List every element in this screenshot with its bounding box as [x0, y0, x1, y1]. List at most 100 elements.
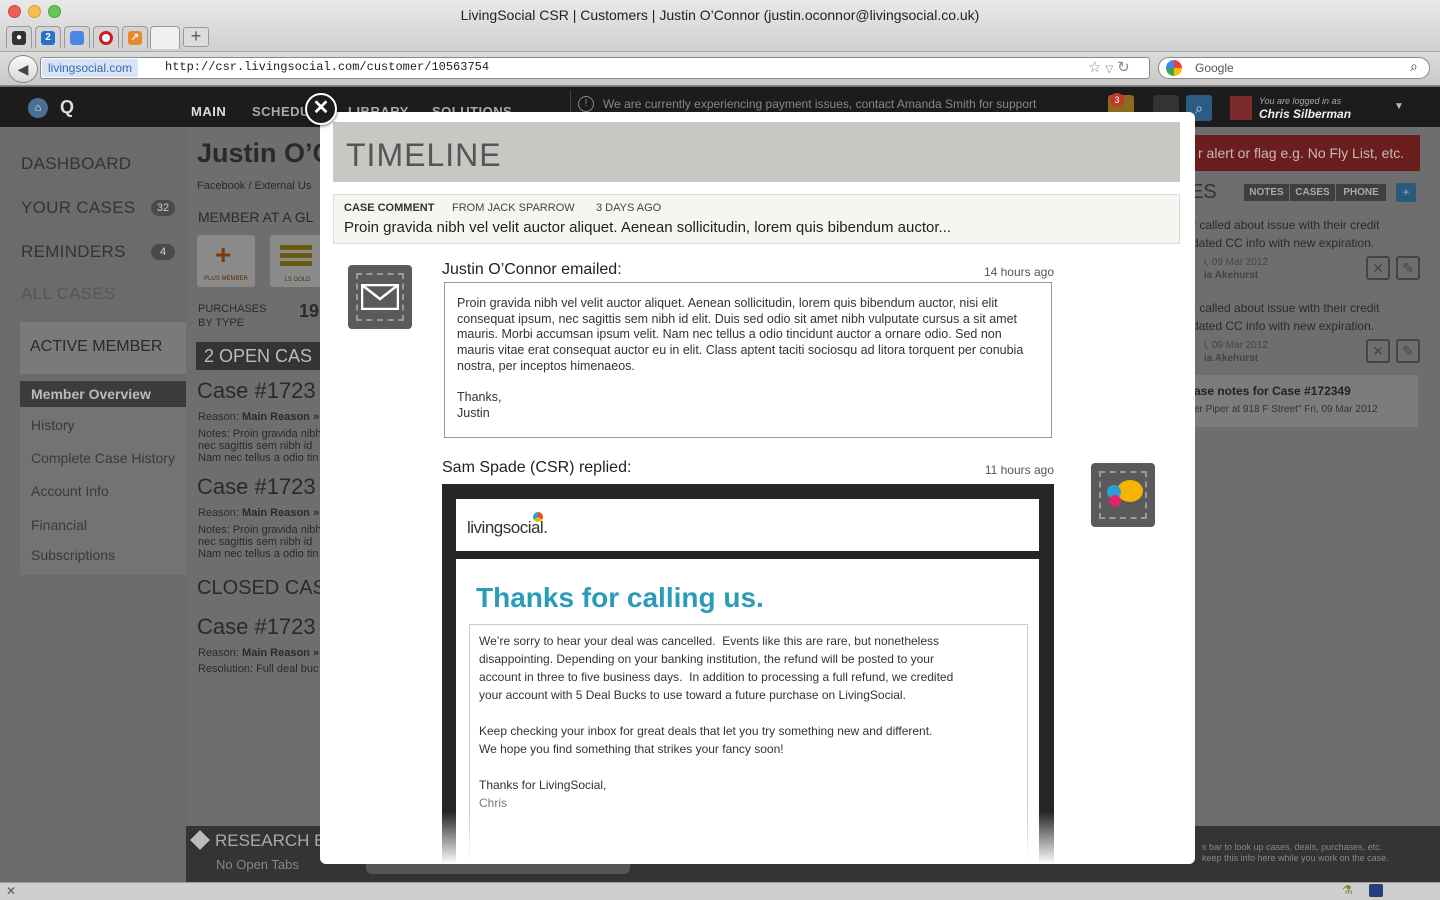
analytics-icon: ↗ — [128, 30, 142, 45]
calendar-icon: 2 — [41, 30, 55, 45]
sidebar-item-reminders[interactable]: REMINDERS — [21, 242, 126, 262]
reminders-count: 4 — [151, 244, 175, 260]
docs-icon — [70, 30, 84, 45]
sidebar-item-dashboard[interactable]: DASHBOARD — [21, 154, 131, 174]
notification-badge: 3 — [1110, 93, 1124, 107]
url-text[interactable]: http://csr.livingsocial.com/customer/105… — [165, 60, 489, 74]
chevron-down-icon[interactable]: ▼ — [1394, 101, 1404, 112]
add-icon: + — [1402, 185, 1410, 199]
reply-author: Sam Spade (CSR) replied: — [442, 459, 632, 476]
nav-main[interactable]: MAIN — [191, 104, 226, 119]
tab-phone[interactable]: PHONE — [1336, 184, 1386, 201]
research-help: s bar to look up cases, deals, purchases… — [1202, 842, 1389, 863]
tab-analytics[interactable]: ↗ — [122, 26, 148, 48]
case-comment-time: 3 DAYS AGO — [596, 202, 662, 214]
member-name: Justin O’C — [197, 138, 333, 168]
google-icon[interactable] — [1166, 60, 1182, 76]
case-resolution: Resolution: Full deal buc — [198, 663, 319, 675]
case-title[interactable]: Case #1723 — [197, 378, 316, 404]
research-title: RESEARCH B — [215, 831, 326, 850]
window-title: LivingSocial CSR | Customers | Justin O’… — [460, 7, 980, 23]
close-statusbar-icon[interactable]: ✕ — [6, 884, 16, 898]
envelope-icon — [361, 284, 399, 310]
close-modal-button[interactable]: ✕ — [305, 93, 337, 125]
home-icon[interactable]: ⌂ — [28, 98, 48, 118]
case-title[interactable]: Case #1723 — [197, 614, 316, 640]
active-member-header: ACTIVE MEMBER — [20, 322, 186, 374]
right-note-text: r called about issue with their credit da… — [1192, 301, 1380, 333]
tab-cases[interactable]: CASES — [1290, 184, 1335, 201]
user-name[interactable]: Chris Silberman — [1259, 107, 1351, 121]
right-note-text: r called about issue with their credit da… — [1192, 218, 1380, 250]
timeline-modal: TIMELINE CASE COMMENT FROM JACK SPARROW … — [320, 112, 1195, 864]
closed-cases-heading: CLOSED CAS — [197, 577, 326, 599]
subnav-account-info[interactable]: Account Info — [31, 483, 109, 499]
tab-github[interactable]: ● — [6, 26, 32, 48]
flask-icon[interactable]: ⚗ — [1342, 883, 1353, 897]
search-icon[interactable]: ⌕ — [1410, 58, 1418, 75]
dismiss-note-icon[interactable]: ✕ — [1366, 256, 1390, 280]
email-body: Proin gravida nibh vel velit auctor aliq… — [457, 296, 1024, 420]
case-comment-label: CASE COMMENT — [344, 202, 435, 214]
tab-notes[interactable]: NOTES — [1244, 184, 1289, 201]
purchases-count: 19 — [299, 301, 320, 321]
subnav-member-overview[interactable]: Member Overview — [20, 381, 186, 407]
by-type-label: BY TYPE — [198, 317, 245, 329]
tab-current[interactable] — [150, 26, 180, 49]
add-note-button[interactable]: + — [1396, 183, 1416, 202]
subnav-financial[interactable]: Financial — [31, 517, 87, 533]
avatar — [1230, 96, 1252, 120]
email-message: Proin gravida nibh vel velit auctor aliq… — [444, 282, 1052, 438]
reload-icon[interactable]: ↻ — [1117, 59, 1134, 76]
scroll-fade — [442, 812, 1054, 864]
tab-docs[interactable] — [64, 26, 90, 48]
research-status: No Open Tabs — [216, 857, 299, 872]
purchases-label: PURCHASES — [198, 303, 267, 315]
tab-record[interactable] — [93, 26, 119, 48]
reply-signature: Chris — [479, 796, 508, 810]
tab-calendar[interactable]: 2 — [35, 26, 61, 48]
right-note-meta: i, 09 Mar 2012 ia Akehurst — [1204, 257, 1268, 281]
dismiss-note-icon[interactable]: ✕ — [1366, 339, 1390, 363]
plus-member-badge: + PLUS MEMBER — [197, 235, 255, 287]
livingsocial-stamp-icon — [1091, 463, 1155, 527]
back-button[interactable]: ◀ — [8, 55, 38, 83]
reply-heading: Thanks for calling us. — [476, 582, 764, 613]
url-domain-chip: livingsocial.com — [42, 59, 139, 77]
new-tab-button[interactable]: + — [183, 27, 209, 47]
case-reason: Reason: Main Reason » — [198, 507, 320, 519]
ls-gold-badge: LS GOLD — [270, 235, 325, 287]
edit-note-icon[interactable]: ✎ — [1396, 256, 1420, 280]
case-comment-author: FROM JACK SPARROW — [452, 202, 575, 214]
email-stamp-icon — [348, 265, 412, 329]
edit-note-icon[interactable]: ✎ — [1396, 339, 1420, 363]
case-notes: Notes: Proin gravida nibh nec sagittis se… — [198, 428, 322, 464]
case-notes-card[interactable]: ase notes for Case #172349 er Piper at 9… — [1190, 375, 1418, 427]
email-time: 14 hours ago — [983, 265, 1054, 279]
subnav-subscriptions[interactable]: Subscriptions — [31, 547, 115, 563]
bookmark-star-icon[interactable]: ☆ — [1088, 59, 1105, 76]
magnifier-icon: ⌕ — [1195, 100, 1203, 116]
case-reason: Reason: Main Reason » — [198, 411, 320, 423]
logo-mark-icon — [533, 512, 543, 522]
member-flag-input[interactable]: r alert or flag e.g. No Fly List, etc. — [1190, 135, 1420, 171]
subnav-complete-case-history[interactable]: Complete Case History — [31, 450, 175, 466]
case-title[interactable]: Case #1723 — [197, 474, 316, 500]
email-author: Justin O’Connor emailed: — [442, 261, 622, 278]
search-placeholder: Google — [1195, 61, 1234, 75]
subnav-history[interactable]: History — [31, 417, 75, 433]
timeline-title: TIMELINE — [346, 137, 502, 173]
browser-statusbar — [0, 882, 1440, 900]
case-comment-text: Proin gravida nibh vel velit auctor aliq… — [344, 219, 952, 236]
sidebar-item-your-cases[interactable]: YOUR CASES — [21, 198, 135, 218]
flag-icon[interactable] — [1369, 884, 1383, 897]
info-icon: ! — [578, 96, 594, 112]
sidebar-item-all-cases[interactable]: ALL CASES — [21, 284, 116, 304]
plus-icon: + — [215, 239, 232, 270]
case-reason: Reason: Main Reason » — [198, 647, 320, 659]
quick-search-icon[interactable]: Q — [60, 97, 74, 118]
reply-time: 11 hours ago — [984, 463, 1054, 477]
record-icon — [99, 30, 113, 45]
logged-in-label: You are logged in as — [1259, 96, 1342, 106]
dropdown-icon[interactable]: ▽ — [1105, 64, 1117, 75]
